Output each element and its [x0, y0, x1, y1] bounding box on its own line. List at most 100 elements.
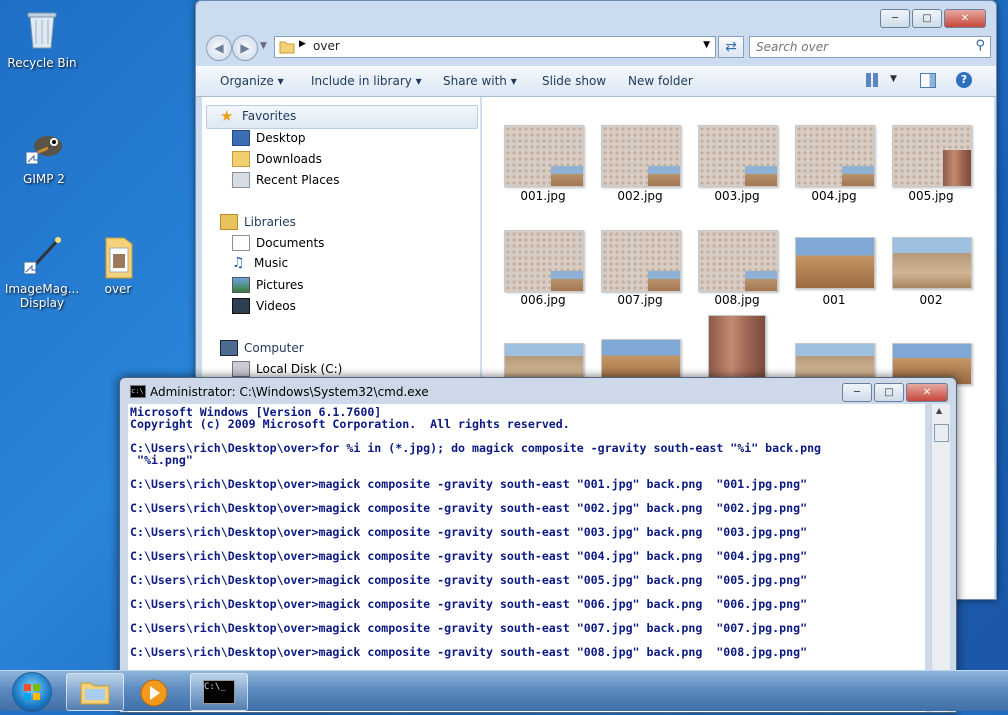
- nav-music[interactable]: ♫ Music: [232, 256, 288, 270]
- desktop-icon-imagemagick[interactable]: ImageMag... Display: [4, 234, 80, 310]
- vertical-scrollbar[interactable]: ▲: [931, 404, 950, 712]
- file-label: 002.jpg: [617, 189, 663, 203]
- pictures-icon: [232, 277, 250, 293]
- refresh-button[interactable]: ⇄: [718, 36, 744, 58]
- minimize-button[interactable]: ─: [880, 9, 910, 28]
- file-thumbnail: [892, 237, 972, 289]
- search-input[interactable]: [750, 37, 958, 57]
- windows-logo-icon: [24, 684, 40, 700]
- nav-libraries[interactable]: Libraries: [220, 214, 296, 230]
- back-button[interactable]: ◀: [206, 35, 232, 61]
- nav-favorites-label: Favorites: [242, 109, 297, 123]
- maximize-button[interactable]: □: [874, 383, 904, 402]
- change-view-icon[interactable]: [866, 73, 880, 87]
- search-icon[interactable]: ⚲: [975, 38, 985, 53]
- music-icon: ♫: [232, 255, 245, 271]
- nav-favorites[interactable]: ★ Favorites: [220, 107, 297, 125]
- nav-downloads[interactable]: Downloads: [232, 151, 322, 167]
- file-thumbnail: [601, 125, 681, 187]
- nav-music-label: Music: [254, 256, 289, 270]
- console-text: Microsoft Windows [Version 6.1.7600] Cop…: [130, 405, 822, 682]
- file-label: 008.jpg: [714, 293, 760, 307]
- star-icon: ★: [220, 107, 234, 125]
- nav-desktop[interactable]: Desktop: [232, 130, 306, 146]
- disk-icon: [232, 361, 250, 377]
- nav-videos[interactable]: Videos: [232, 298, 296, 314]
- minimize-button[interactable]: ─: [842, 383, 872, 402]
- file-label: 001.jpg: [520, 189, 566, 203]
- view-dropdown-icon[interactable]: ▼: [890, 74, 897, 84]
- desktop-icon-over-folder[interactable]: over: [80, 234, 156, 296]
- new-folder-button[interactable]: New folder: [628, 74, 693, 88]
- file-thumbnail: [795, 237, 875, 289]
- file-thumbnail: [698, 230, 778, 292]
- cmd-icon: C:\_: [203, 680, 235, 704]
- breadcrumb-over[interactable]: over: [313, 39, 340, 53]
- chevron-down-icon[interactable]: ▼: [703, 40, 710, 50]
- recent-places-icon: [232, 172, 250, 188]
- file-label: 001: [822, 293, 846, 307]
- include-in-library-menu[interactable]: Include in library ▾: [311, 74, 422, 88]
- window-controls: ─ □ ✕: [880, 9, 986, 28]
- start-button[interactable]: [12, 672, 52, 712]
- taskbar-media-player[interactable]: [126, 673, 184, 711]
- desktop-icon: [232, 130, 250, 146]
- nav-local-disk-label: Local Disk (C:): [256, 362, 343, 376]
- window-controls: ─ □ ✕: [842, 383, 948, 402]
- nav-recent-places[interactable]: Recent Places: [232, 172, 339, 188]
- desktop-icon-gimp[interactable]: GIMP 2: [6, 124, 82, 186]
- cmd-title: Administrator: C:\Windows\System32\cmd.e…: [150, 385, 429, 399]
- help-icon[interactable]: ?: [956, 72, 972, 88]
- computer-icon: [220, 340, 238, 356]
- taskbar-windows-explorer[interactable]: [66, 673, 124, 711]
- preview-pane-icon[interactable]: [920, 73, 936, 88]
- nav-pictures[interactable]: Pictures: [232, 277, 304, 293]
- address-bar[interactable]: ▶ over ▼: [274, 36, 716, 58]
- file-thumbnail: [795, 125, 875, 187]
- folder-icon: [96, 234, 140, 279]
- folder-icon: [279, 41, 295, 54]
- nav-pictures-label: Pictures: [256, 278, 304, 292]
- file-thumbnail: [504, 230, 584, 292]
- search-box[interactable]: ⚲: [749, 36, 991, 58]
- navigation-row: ◀ ▶ ▼ ▶ over ▼ ⇄ ⚲: [202, 33, 991, 61]
- console-output[interactable]: Microsoft Windows [Version 6.1.7600] Cop…: [128, 404, 925, 712]
- slide-show-button[interactable]: Slide show: [542, 74, 606, 88]
- scrollbar-thumb[interactable]: [934, 424, 949, 442]
- close-button[interactable]: ✕: [906, 383, 948, 402]
- organize-label: Organize: [220, 74, 274, 88]
- nav-desktop-label: Desktop: [256, 131, 306, 145]
- maximize-button[interactable]: □: [912, 9, 942, 28]
- share-with-menu[interactable]: Share with ▾: [443, 74, 517, 88]
- desktop-icon-label: ImageMag... Display: [4, 282, 80, 310]
- organize-menu[interactable]: Organize ▾: [220, 74, 284, 88]
- videos-icon: [232, 298, 250, 314]
- cmd-window[interactable]: c:\ Administrator: C:\Windows\System32\c…: [119, 377, 957, 713]
- scroll-up-icon[interactable]: ▲: [936, 406, 942, 415]
- forward-button[interactable]: ▶: [232, 35, 258, 61]
- desktop-icon-recycle-bin[interactable]: Recycle Bin: [4, 8, 80, 70]
- gimp-icon: [22, 124, 66, 168]
- file-label: 004.jpg: [811, 189, 857, 203]
- nav-computer[interactable]: Computer: [220, 340, 304, 356]
- imagemagick-wand-icon: [20, 234, 64, 278]
- taskbar-command-prompt[interactable]: C:\_: [190, 673, 248, 711]
- file-label: 003.jpg: [714, 189, 760, 203]
- share-with-label: Share with: [443, 74, 507, 88]
- file-thumbnail: [892, 125, 972, 187]
- recycle-bin-icon: [20, 8, 64, 52]
- nav-documents-label: Documents: [256, 236, 325, 250]
- desktop-icon-label: GIMP 2: [23, 172, 65, 186]
- file-thumbnail[interactable]: [708, 315, 766, 385]
- close-button[interactable]: ✕: [944, 9, 986, 28]
- nav-videos-label: Videos: [256, 299, 296, 313]
- include-in-library-label: Include in library: [311, 74, 412, 88]
- desktop-icon-label: over: [104, 282, 132, 296]
- recent-pages-dropdown[interactable]: ▼: [260, 41, 267, 51]
- nav-computer-label: Computer: [244, 341, 304, 355]
- breadcrumb-arrow-icon[interactable]: ▶: [299, 39, 306, 49]
- folder-icon: [80, 682, 110, 705]
- nav-documents[interactable]: Documents: [232, 235, 324, 251]
- libraries-icon: [220, 214, 238, 230]
- nav-local-disk[interactable]: Local Disk (C:): [232, 361, 342, 377]
